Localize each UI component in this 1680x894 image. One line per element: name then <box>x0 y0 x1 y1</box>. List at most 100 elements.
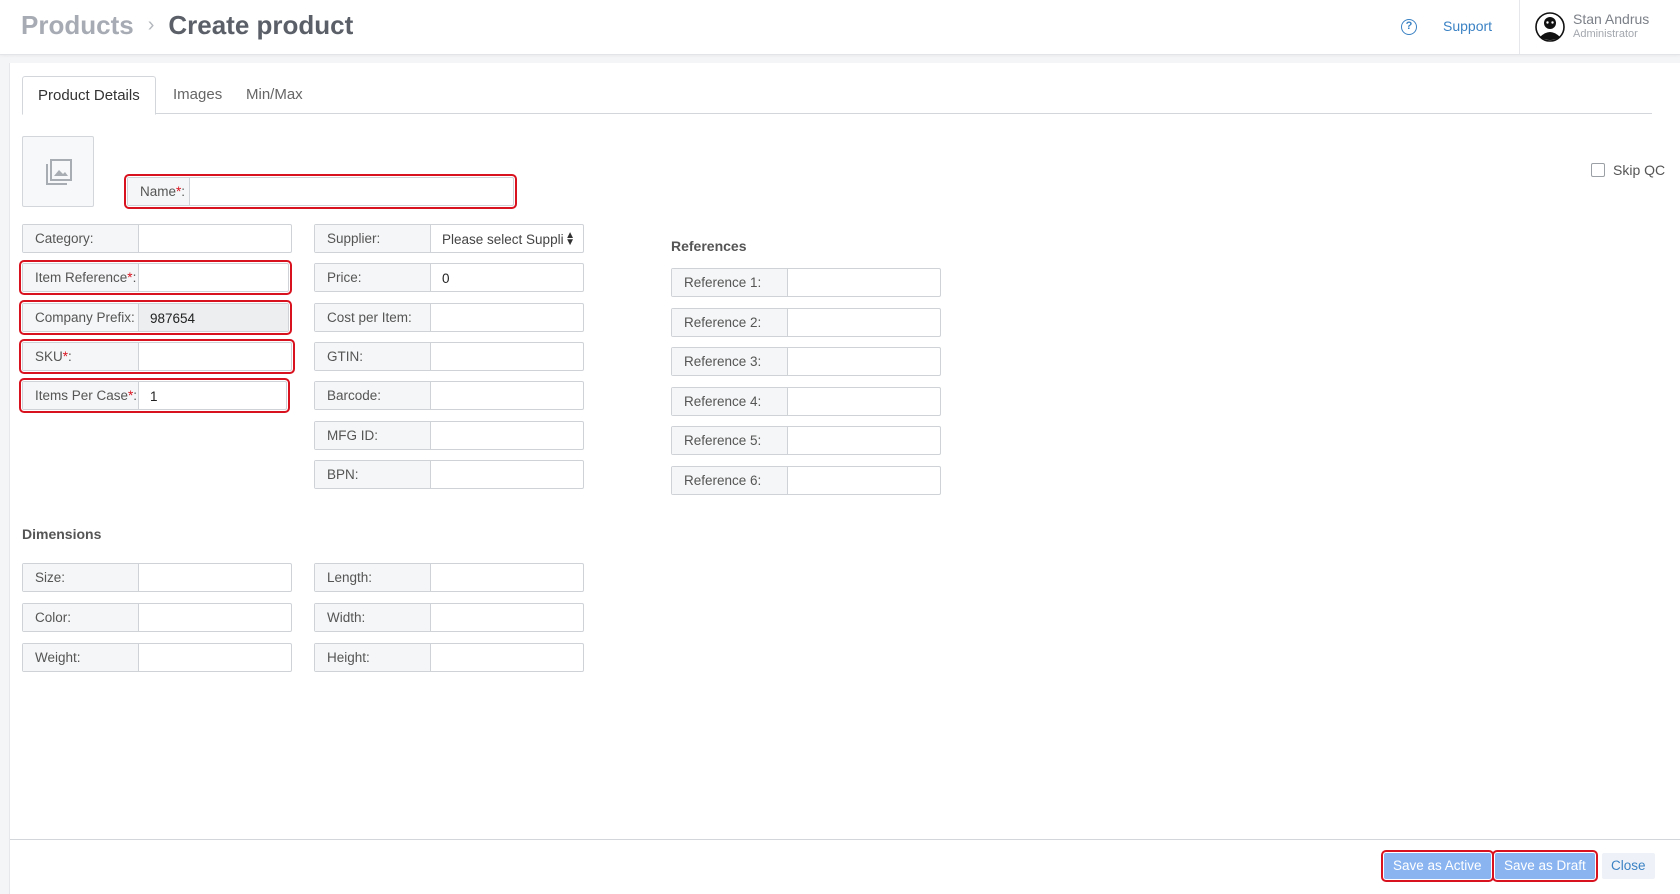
close-button[interactable]: Close <box>1602 853 1655 879</box>
cost-per-item-input[interactable] <box>431 304 583 331</box>
tab-bar: Product Details Images Min/Max <box>22 76 1652 115</box>
item-reference-label: Item Reference*: <box>23 264 139 291</box>
barcode-label: Barcode: <box>315 382 431 409</box>
dimensions-title: Dimensions <box>22 526 102 542</box>
items-per-case-field: Items Per Case*: 1 <box>19 378 290 413</box>
bpn-label: BPN: <box>315 461 431 488</box>
category-input[interactable] <box>139 225 291 252</box>
weight-input[interactable] <box>139 644 291 671</box>
gtin-field: GTIN: <box>314 342 584 371</box>
category-label: Category: <box>23 225 139 252</box>
breadcrumb-products-link[interactable]: Products <box>21 10 134 41</box>
bpn-field: BPN: <box>314 460 584 489</box>
weight-field: Weight: <box>22 643 292 672</box>
sort-caret-icon: ▲ ▼ <box>565 230 575 248</box>
user-menu[interactable]: Stan Andrus Administrator <box>1519 0 1680 54</box>
height-input[interactable] <box>431 644 583 671</box>
sku-input[interactable] <box>139 343 291 370</box>
product-image-upload[interactable] <box>22 136 94 207</box>
reference-1-field: Reference 1: <box>671 268 941 297</box>
reference-1-input[interactable] <box>788 269 940 296</box>
height-label: Height: <box>315 644 431 671</box>
help-circle-icon[interactable]: ? <box>1401 19 1417 35</box>
gtin-label: GTIN: <box>315 343 431 370</box>
tab-min-max[interactable]: Min/Max <box>231 76 318 114</box>
sku-label: SKU*: <box>23 343 139 370</box>
save-as-active-button[interactable]: Save as Active <box>1381 850 1494 882</box>
name-field-group: Name*: <box>124 174 517 209</box>
reference-5-label: Reference 5: <box>672 427 788 454</box>
user-name: Stan Andrus <box>1573 11 1650 27</box>
skip-qc-checkbox[interactable]: Skip QC <box>1591 162 1665 178</box>
cost-per-item-field: Cost per Item: <box>314 303 584 332</box>
tab-images[interactable]: Images <box>158 76 237 114</box>
reference-5-input[interactable] <box>788 427 940 454</box>
company-prefix-field: Company Prefix: 987654 <box>19 300 292 335</box>
checkbox-icon <box>1591 163 1605 177</box>
height-field: Height: <box>314 643 584 672</box>
category-field: Category: <box>22 224 292 253</box>
color-field: Color: <box>22 603 292 632</box>
price-label: Price: <box>315 264 431 291</box>
company-prefix-input: 987654 <box>139 304 288 331</box>
sku-field: SKU*: <box>19 339 295 374</box>
size-field: Size: <box>22 563 292 592</box>
save-as-draft-button[interactable]: Save as Draft <box>1492 850 1598 882</box>
reference-6-input[interactable] <box>788 467 940 494</box>
size-input[interactable] <box>139 564 291 591</box>
reference-3-label: Reference 3: <box>672 348 788 375</box>
reference-6-field: Reference 6: <box>671 466 941 495</box>
supplier-select[interactable]: Please select Suppli ▲ ▼ <box>431 225 583 252</box>
reference-1-label: Reference 1: <box>672 269 788 296</box>
reference-2-input[interactable] <box>788 309 940 336</box>
length-label: Length: <box>315 564 431 591</box>
user-avatar-icon <box>1535 12 1565 42</box>
gtin-input[interactable] <box>431 343 583 370</box>
color-label: Color: <box>23 604 139 631</box>
color-input[interactable] <box>139 604 291 631</box>
items-per-case-input[interactable]: 1 <box>139 382 286 409</box>
cost-per-item-label: Cost per Item: <box>315 304 431 331</box>
mfg-id-field: MFG ID: <box>314 421 584 450</box>
reference-4-label: Reference 4: <box>672 388 788 415</box>
references-title: References <box>671 238 747 254</box>
page-title: Create product <box>168 10 354 40</box>
reference-2-label: Reference 2: <box>672 309 788 336</box>
name-input[interactable] <box>190 178 513 205</box>
supplier-select-value: Please select Suppli <box>442 232 564 247</box>
name-label: Name*: <box>128 178 190 205</box>
width-field: Width: <box>314 603 584 632</box>
item-reference-field: Item Reference*: <box>19 260 292 295</box>
reference-3-input[interactable] <box>788 348 940 375</box>
mfg-id-label: MFG ID: <box>315 422 431 449</box>
barcode-input[interactable] <box>431 382 583 409</box>
width-input[interactable] <box>431 604 583 631</box>
bpn-input[interactable] <box>431 461 583 488</box>
mfg-id-input[interactable] <box>431 422 583 449</box>
item-reference-input[interactable] <box>139 264 288 291</box>
reference-4-field: Reference 4: <box>671 387 941 416</box>
weight-label: Weight: <box>23 644 139 671</box>
tab-product-details[interactable]: Product Details <box>22 76 156 115</box>
supplier-field: Supplier: Please select Suppli ▲ ▼ <box>314 224 584 253</box>
length-input[interactable] <box>431 564 583 591</box>
width-label: Width: <box>315 604 431 631</box>
length-field: Length: <box>314 563 584 592</box>
reference-2-field: Reference 2: <box>671 308 941 337</box>
image-icon <box>46 159 72 185</box>
supplier-label: Supplier: <box>315 225 431 252</box>
product-form-panel: Product Details Images Min/Max Name*: Sk… <box>9 63 1680 894</box>
company-prefix-label: Company Prefix: <box>23 304 139 331</box>
form-footer: Save as Active Save as Draft Close <box>10 839 1680 894</box>
items-per-case-label: Items Per Case*: <box>23 382 139 409</box>
skip-qc-label: Skip QC <box>1613 162 1666 178</box>
reference-4-input[interactable] <box>788 388 940 415</box>
chevron-right-icon: › <box>147 14 155 36</box>
price-field: Price: 0 <box>314 263 584 292</box>
price-input[interactable]: 0 <box>431 264 583 291</box>
top-header: Products › Create product ? Support Stan… <box>0 0 1680 55</box>
barcode-field: Barcode: <box>314 381 584 410</box>
breadcrumb: Products › Create product <box>21 10 353 41</box>
support-link[interactable]: Support <box>1443 18 1492 34</box>
user-role: Administrator <box>1573 28 1638 40</box>
